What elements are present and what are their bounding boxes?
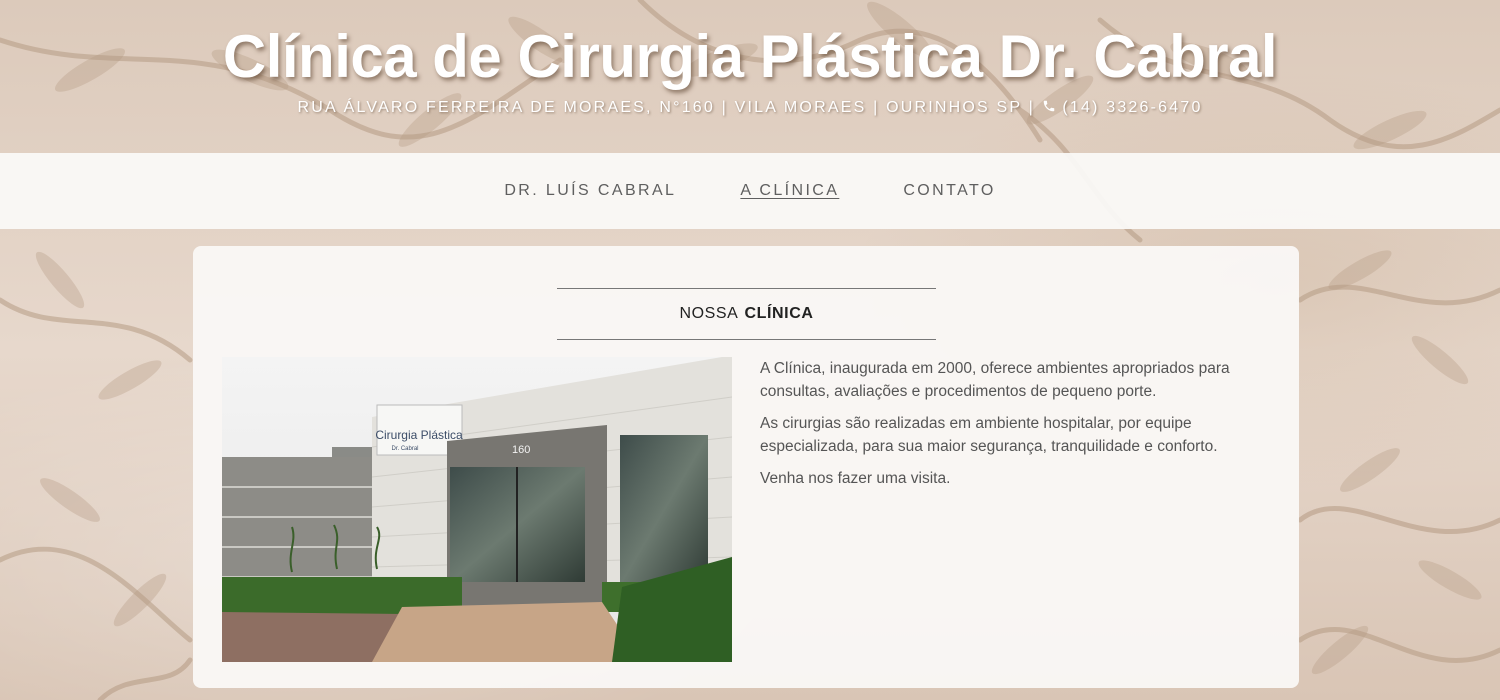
section-title-bold: CLÍNICA (744, 305, 814, 322)
phone-icon (1042, 99, 1056, 113)
paragraph-2: As cirurgias são realizadas em ambiente … (760, 415, 1218, 455)
content-card: NOSSA CLÍNICA Cirurgia Plástica Dr. Cabr… (193, 246, 1299, 688)
paragraph-3: Venha nos fazer uma visita. (760, 470, 951, 487)
site-header: Clínica de Cirurgia Plástica Dr. Cabral … (0, 0, 1500, 153)
address-line: RUA ÁLVARO FERREIRA DE MORAES, N°160 | V… (0, 99, 1500, 117)
phone-number: (14) 3326-6470 (1062, 99, 1203, 116)
building-number: 160 (512, 444, 530, 456)
main-nav: DR. LUÍS CABRAL A CLÍNICA CONTATO (0, 153, 1500, 229)
nav-item-contato[interactable]: CONTATO (903, 182, 995, 200)
clinic-description: A Clínica, inaugurada em 2000, oferece a… (760, 357, 1280, 499)
address-text: RUA ÁLVARO FERREIRA DE MORAES, N°160 | V… (297, 99, 1042, 116)
nav-item-a-clinica[interactable]: A CLÍNICA (740, 182, 839, 200)
section-title: NOSSA CLÍNICA (557, 288, 936, 340)
sign-text: Cirurgia Plástica (375, 428, 463, 442)
section-title-prefix: NOSSA (679, 305, 739, 322)
paragraph-1: A Clínica, inaugurada em 2000, oferece a… (760, 360, 1230, 400)
nav-item-dr-luis-cabral[interactable]: DR. LUÍS CABRAL (504, 182, 676, 200)
site-title: Clínica de Cirurgia Plástica Dr. Cabral (222, 23, 1278, 90)
sign-subtext: Dr. Cabral (391, 446, 418, 452)
clinic-photo: Cirurgia Plástica Dr. Cabral 160 (222, 357, 732, 662)
